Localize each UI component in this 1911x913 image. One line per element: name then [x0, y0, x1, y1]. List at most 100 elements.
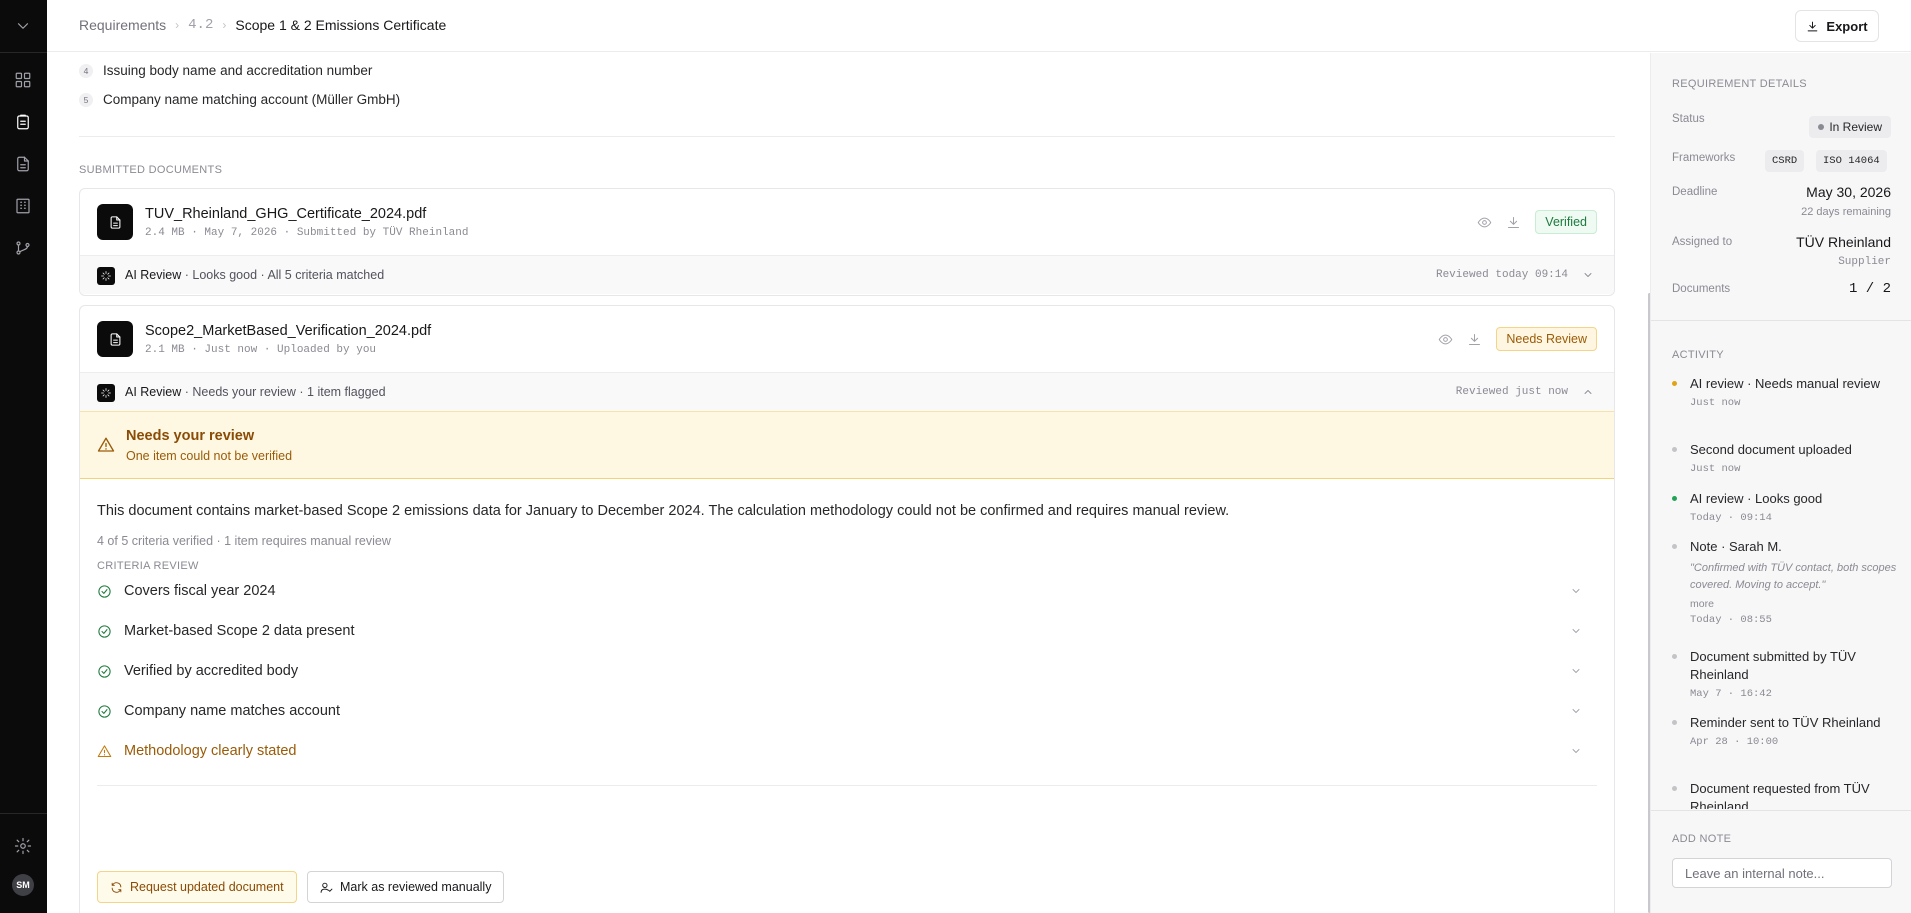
download-icon[interactable] [1506, 215, 1521, 230]
chevron-down-icon[interactable] [1570, 665, 1582, 677]
activity-dot [1672, 447, 1677, 452]
ai-review-time: Reviewed today 09:14 [1435, 269, 1568, 281]
chevron-down-icon[interactable] [1570, 705, 1582, 717]
chevron-down-icon[interactable] [1570, 745, 1582, 757]
collapse-chevron-icon[interactable] [11, 14, 35, 38]
activity-title: ACTIVITY [1672, 349, 1724, 361]
activity-item: Second document uploaded Just now [1672, 441, 1897, 475]
criteria-item[interactable]: Methodology clearly stated [97, 738, 1597, 764]
chevron-down-icon[interactable] [1570, 585, 1582, 597]
ai-review-row[interactable]: AI Review · Needs your review · 1 item f… [80, 372, 1614, 411]
deadline-value: May 30, 2026 [1806, 184, 1891, 200]
divider [1651, 320, 1911, 321]
download-icon [1808, 21, 1818, 31]
breadcrumb-requirements[interactable]: Requirements [79, 17, 166, 33]
document-name[interactable]: TUV_Rheinland_GHG_Certificate_2024.pdf [145, 206, 426, 222]
alert-triangle-icon [97, 744, 112, 757]
criteria-label: Company name matches account [124, 703, 340, 719]
request-updated-document-label: Request updated document [130, 880, 284, 894]
ai-review-result: · Looks good · All 5 criteria matched [181, 268, 385, 282]
git-branch-icon[interactable] [11, 236, 35, 260]
request-updated-document-button[interactable]: Request updated document [97, 871, 297, 903]
activity-item: Document submitted by TÜV Rheinland May … [1672, 648, 1897, 700]
criteria-item[interactable]: Covers fiscal year 2024 [97, 578, 1597, 604]
file-icon[interactable] [11, 152, 35, 176]
file-icon [97, 321, 133, 357]
activity-item: Note · Sarah M. "Confirmed with TÜV cont… [1672, 538, 1897, 626]
activity-text: Reminder sent to TÜV Rheinland [1690, 715, 1881, 730]
status-badge: Needs Review [1496, 327, 1597, 351]
chevron-down-icon[interactable] [1582, 269, 1594, 281]
divider [1651, 810, 1911, 811]
settings-icon[interactable] [11, 834, 35, 858]
note-input[interactable] [1672, 858, 1892, 888]
activity-dot [1672, 786, 1677, 791]
user-check-icon [320, 882, 333, 893]
activity-text: Document submitted by TÜV Rheinland [1690, 649, 1856, 682]
activity-quote: "Confirmed with TÜV contact, both scopes… [1690, 562, 1897, 591]
document-header[interactable]: Scope2_MarketBased_Verification_2024.pdf… [80, 306, 1614, 372]
activity-dot [1672, 720, 1677, 725]
download-icon[interactable] [1467, 332, 1482, 347]
item-number: 5 [79, 92, 93, 107]
breadcrumb-section[interactable]: 4.2 [188, 17, 213, 33]
status-dot [1818, 124, 1825, 130]
frameworks-label: Frameworks [1672, 152, 1736, 164]
mark-reviewed-manually-label: Mark as reviewed manually [340, 880, 492, 894]
activity-item: Document requested from TÜV Rheinland [1672, 780, 1897, 809]
status-label: Status [1672, 113, 1705, 125]
activity-time: Just now [1690, 463, 1741, 475]
refresh-icon [111, 881, 122, 893]
activity-item: AI review · Looks good Today · 09:14 [1672, 490, 1897, 524]
assigned-value: TÜV Rheinland [1796, 234, 1891, 250]
eye-icon[interactable] [1438, 332, 1453, 347]
document-summary: This document contains market-based Scop… [97, 503, 1230, 519]
activity-item: Reminder sent to TÜV Rheinland Apr 28 · … [1672, 714, 1897, 748]
details-panel: REQUIREMENT DETAILS Status In Review Fra… [1650, 53, 1911, 913]
ai-review-time: Reviewed just now [1455, 386, 1568, 398]
criteria-item[interactable]: Company name matches account [97, 698, 1597, 724]
breadcrumb-separator: › [222, 18, 227, 32]
top-bar: Requirements › 4.2 › Scope 1 & 2 Emissio… [47, 0, 1911, 52]
export-button[interactable]: Export [1795, 10, 1879, 42]
clipboard-icon[interactable] [11, 110, 35, 134]
activity-dot [1672, 496, 1677, 501]
deadline-label: Deadline [1672, 186, 1718, 198]
item-text: Issuing body name and accreditation numb… [103, 63, 373, 78]
activity-time: Today · 08:55 [1690, 614, 1772, 626]
criteria-label: Market-based Scope 2 data present [124, 623, 355, 639]
document-card: TUV_Rheinland_GHG_Certificate_2024.pdf 2… [79, 188, 1615, 296]
building-icon[interactable] [11, 194, 35, 218]
alert-title: Needs your review [126, 428, 255, 444]
activity-time: Apr 28 · 10:00 [1690, 736, 1779, 748]
mark-reviewed-manually-button[interactable]: Mark as reviewed manually [307, 871, 505, 903]
document-meta: 2.1 MB · Just now · Uploaded by you [145, 344, 377, 356]
eye-icon[interactable] [1477, 215, 1492, 230]
activity-text: AI review · Needs manual review [1690, 376, 1881, 391]
activity-more-link[interactable]: more [1690, 598, 1897, 610]
criteria-count: 4 of 5 criteria verified · 1 item requir… [97, 534, 391, 548]
requirement-details-title: REQUIREMENT DETAILS [1672, 78, 1807, 90]
criteria-label: Covers fiscal year 2024 [124, 583, 276, 599]
avatar[interactable]: SM [12, 874, 34, 896]
dashboard-icon[interactable] [11, 68, 35, 92]
add-note-title: ADD NOTE [1672, 833, 1732, 845]
chevron-up-icon[interactable] [1582, 386, 1594, 398]
criteria-item[interactable]: Market-based Scope 2 data present [97, 618, 1597, 644]
activity-dot [1672, 654, 1677, 659]
activity-dot [1672, 544, 1677, 549]
framework-tag: CSRD [1765, 150, 1805, 172]
document-name[interactable]: Scope2_MarketBased_Verification_2024.pdf [145, 323, 431, 339]
criteria-item[interactable]: Verified by accredited body [97, 658, 1597, 684]
chevron-down-icon[interactable] [1570, 625, 1582, 637]
ai-review-meta: Reviewed today 09:14 [1436, 269, 1594, 281]
ai-review-label: AI Review [125, 268, 182, 282]
ai-review-summary: AI Review · Needs your review · 1 item f… [125, 385, 386, 399]
status-value: In Review [1829, 120, 1882, 134]
breadcrumb: Requirements › 4.2 › Scope 1 & 2 Emissio… [79, 17, 446, 33]
ai-review-meta: Reviewed just now [1456, 386, 1594, 398]
document-actions: Verified [1477, 210, 1597, 234]
document-header[interactable]: TUV_Rheinland_GHG_Certificate_2024.pdf 2… [80, 189, 1614, 255]
assigned-role: Supplier [1838, 256, 1891, 268]
ai-review-row[interactable]: AI Review · Looks good · All 5 criteria … [80, 255, 1614, 294]
